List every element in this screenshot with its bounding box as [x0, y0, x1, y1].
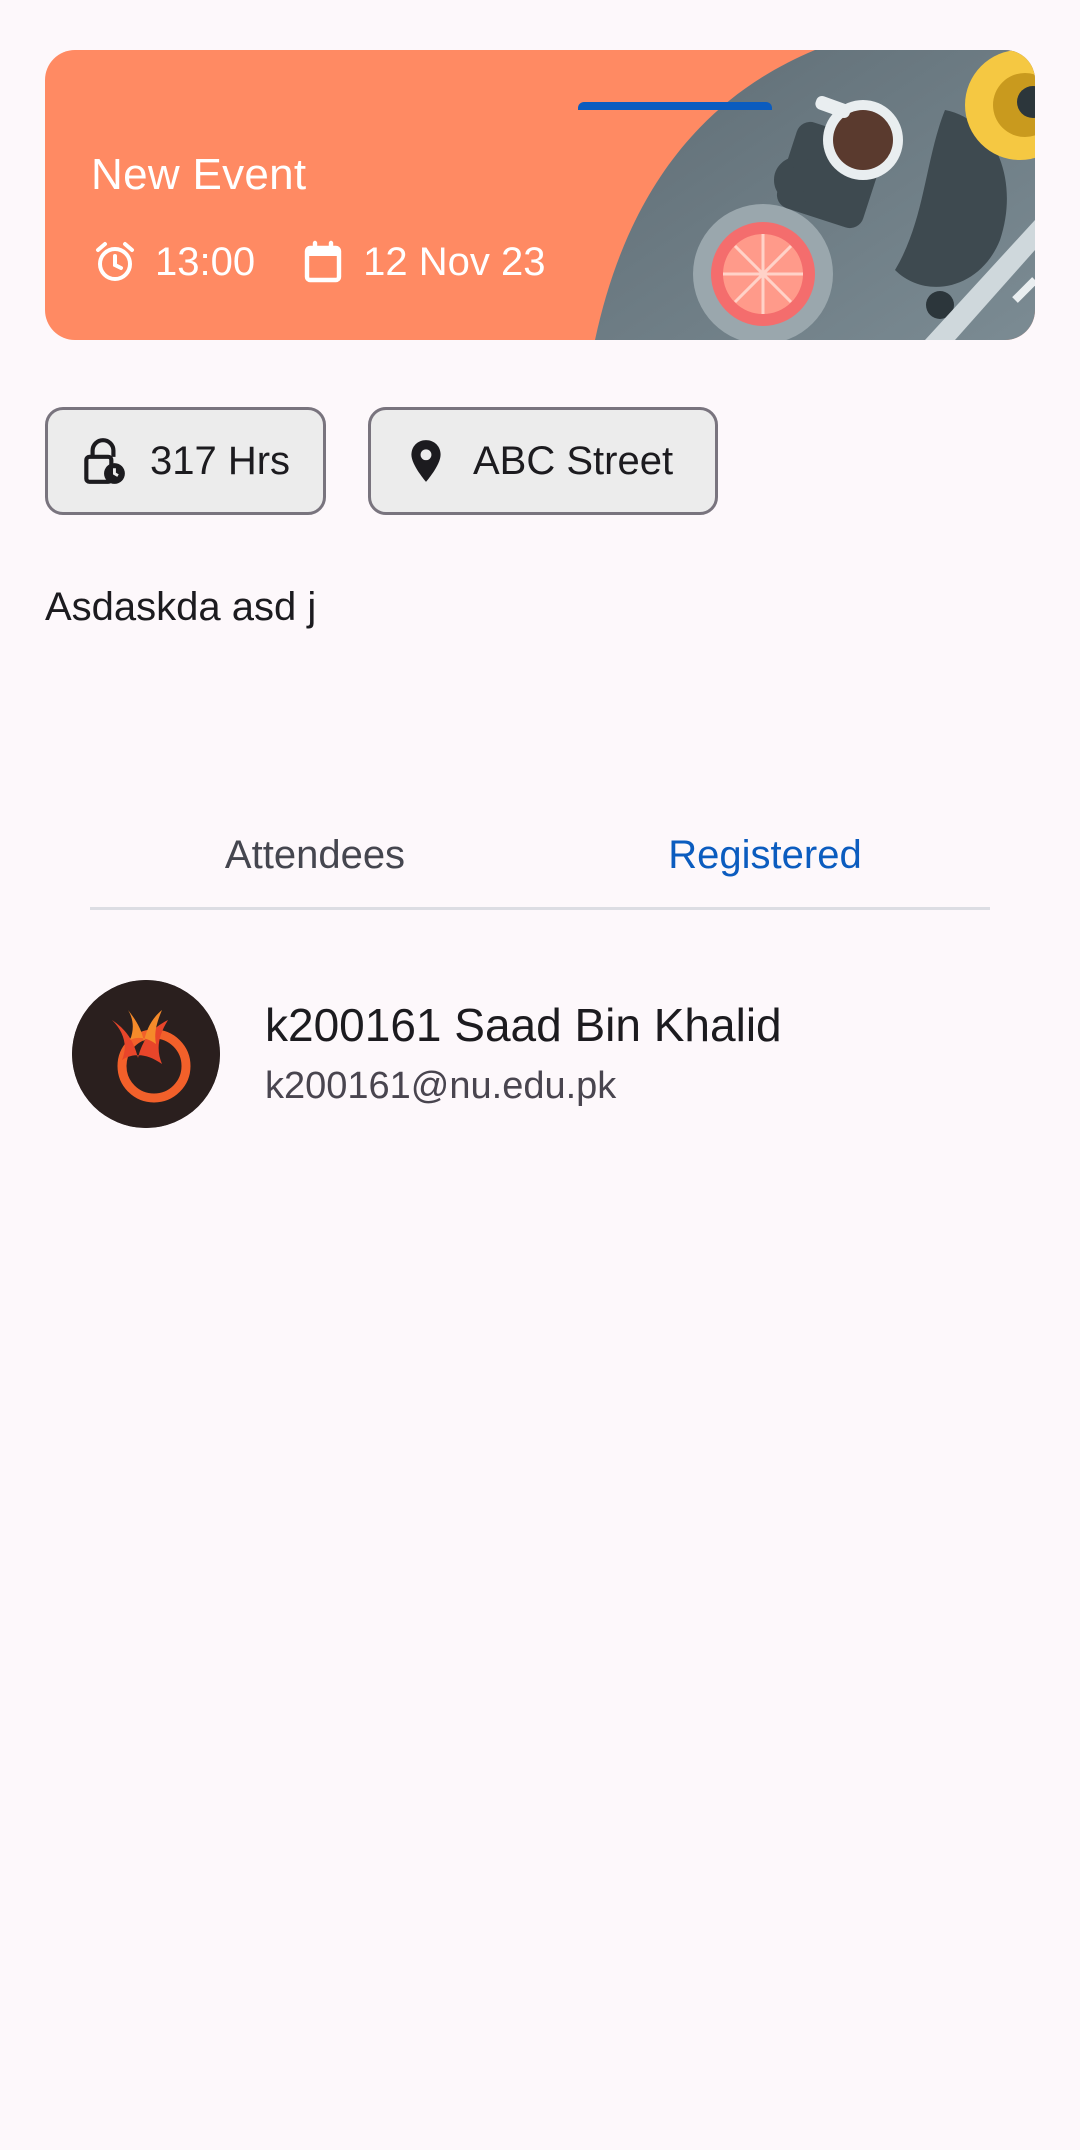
tab-attendees[interactable]: Attendees — [90, 800, 540, 910]
event-banner: New Event 13:00 12 Nov 23 — [45, 50, 1035, 340]
location-pin-icon — [411, 440, 441, 482]
event-meta: 13:00 12 Nov 23 — [91, 238, 589, 286]
tab-indicator — [578, 102, 772, 110]
event-date-label: 12 Nov 23 — [363, 239, 546, 284]
attendee-name: k200161 Saad Bin Khalid — [265, 999, 782, 1051]
event-detail-screen: New Event 13:00 12 Nov 23 317 Hrs ABC St… — [0, 0, 1080, 2150]
list-item[interactable]: k200161 Saad Bin Khalid k200161@nu.edu.p… — [0, 960, 1080, 1150]
hours-chip-label: 317 Hrs — [150, 438, 291, 483]
event-time: 13:00 — [91, 238, 255, 286]
lock-clock-icon — [84, 438, 125, 484]
event-title: New Event — [91, 150, 307, 199]
tab-registered[interactable]: Registered — [540, 800, 990, 910]
calendar-icon — [304, 240, 342, 283]
event-time-label: 13:00 — [155, 239, 256, 284]
alarm-clock-icon — [96, 242, 134, 281]
event-date: 12 Nov 23 — [299, 238, 545, 286]
phoenix-logo-icon — [72, 980, 220, 1128]
event-description: Asdaskda asd j — [45, 585, 317, 629]
attendee-email: k200161@nu.edu.pk — [265, 1065, 617, 1107]
hours-chip[interactable]: 317 Hrs — [45, 407, 326, 515]
avatar — [72, 980, 220, 1128]
location-chip-label: ABC Street — [473, 438, 674, 483]
location-chip[interactable]: ABC Street — [368, 407, 718, 515]
attendee-tabs: Attendees Registered — [90, 800, 990, 910]
